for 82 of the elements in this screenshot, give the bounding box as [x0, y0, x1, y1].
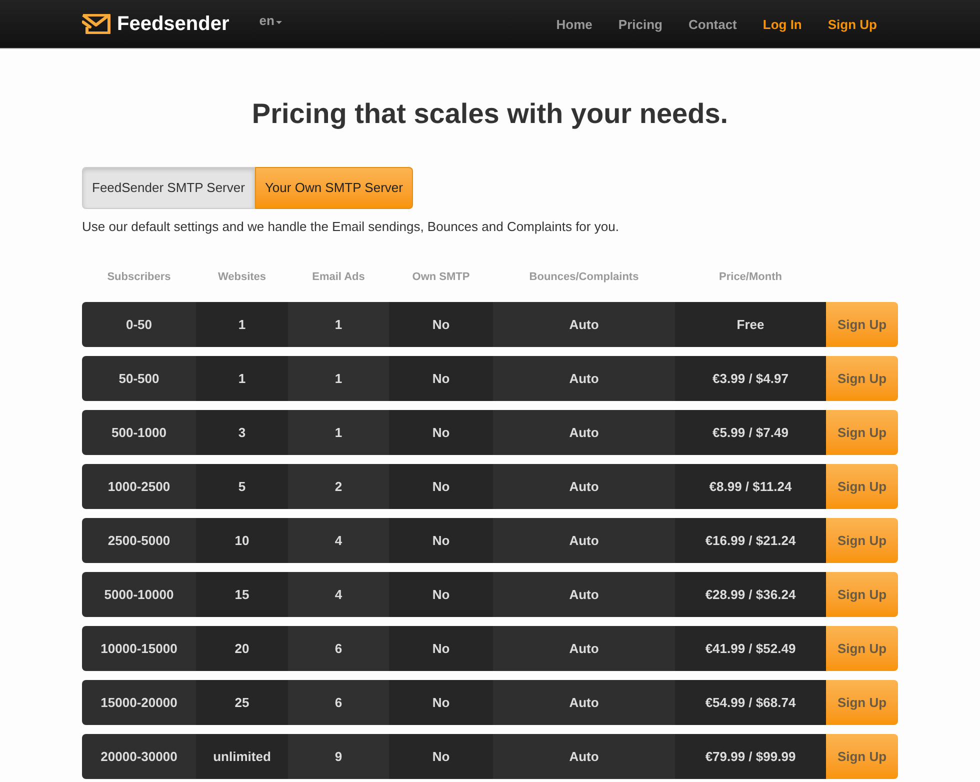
table-cell: 1 [288, 410, 389, 455]
table-cell: Free [675, 302, 826, 347]
server-toggle-button[interactable]: FeedSender SMTP Server [82, 167, 255, 209]
column-header: Bounces/Complaints [529, 272, 639, 282]
table-cell: No [389, 464, 493, 509]
table-cell: 1 [196, 356, 288, 401]
table-cell: 20000-30000 [82, 734, 196, 779]
sign-up-button[interactable]: Sign Up [826, 680, 898, 725]
table-cell: Auto [493, 734, 675, 779]
table-cell: 2500-5000 [82, 518, 196, 563]
column-header: Subscribers [107, 272, 171, 282]
table-cell: 6 [288, 680, 389, 725]
table-cell: Auto [493, 626, 675, 671]
table-cell: 6 [288, 626, 389, 671]
sign-up-button[interactable]: Sign Up [826, 356, 898, 401]
table-cell: €41.99 / $52.49 [675, 626, 826, 671]
table-cell: 1 [288, 356, 389, 401]
table-cell: 50-500 [82, 356, 196, 401]
sign-up-button[interactable]: Sign Up [826, 302, 898, 347]
sign-up-button[interactable]: Sign Up [826, 410, 898, 455]
table-cell: No [389, 356, 493, 401]
sign-up-button[interactable]: Sign Up [826, 518, 898, 563]
sign-up-button[interactable]: Sign Up [826, 626, 898, 671]
sign-up-button[interactable]: Sign Up [826, 572, 898, 617]
table-cell: 500-1000 [82, 410, 196, 455]
table-cell: Auto [493, 464, 675, 509]
table-cell: Auto [493, 518, 675, 563]
language-dropdown[interactable]: en [259, 14, 282, 27]
table-cell: 9 [288, 734, 389, 779]
sign-up-button[interactable]: Sign Up [826, 734, 898, 779]
table-cell: No [389, 302, 493, 347]
column-header: Websites [218, 272, 266, 282]
nav-link[interactable]: Sign Up [814, 18, 890, 30]
nav-link[interactable]: Home [543, 18, 606, 30]
column-header: Own SMTP [412, 272, 470, 282]
table-cell: Auto [493, 680, 675, 725]
table-cell: 2 [288, 464, 389, 509]
table-cell: 15 [196, 572, 288, 617]
table-cell: €5.99 / $7.49 [675, 410, 826, 455]
table-cell: 3 [196, 410, 288, 455]
table-cell: 10000-15000 [82, 626, 196, 671]
table-cell: €28.99 / $36.24 [675, 572, 826, 617]
table-cell: 25 [196, 680, 288, 725]
table-cell: €79.99 / $99.99 [675, 734, 826, 779]
table-cell: unlimited [196, 734, 288, 779]
table-cell: 1000-2500 [82, 464, 196, 509]
brand-logo[interactable]: Feedsender [82, 14, 230, 34]
table-cell: No [389, 410, 493, 455]
table-cell: Auto [493, 410, 675, 455]
server-toggle-button[interactable]: Your Own SMTP Server [254, 167, 413, 209]
table-cell: €54.99 / $68.74 [675, 680, 826, 725]
column-header: Email Ads [312, 272, 365, 282]
table-cell: 20 [196, 626, 288, 671]
table-cell: €16.99 / $21.24 [675, 518, 826, 563]
table-cell: 4 [288, 518, 389, 563]
table-cell: No [389, 680, 493, 725]
table-cell: 15000-20000 [82, 680, 196, 725]
table-cell: 4 [288, 572, 389, 617]
table-cell: 5000-10000 [82, 572, 196, 617]
nav-link[interactable]: Pricing [605, 18, 676, 30]
table-cell: Auto [493, 356, 675, 401]
nav-link[interactable]: Contact [676, 18, 750, 30]
table-cell: No [389, 572, 493, 617]
table-cell: 1 [288, 302, 389, 347]
sign-up-button[interactable]: Sign Up [826, 464, 898, 509]
table-cell: 5 [196, 464, 288, 509]
page-heading: Pricing that scales with your needs. [250, 97, 730, 131]
table-cell: 0-50 [82, 302, 196, 347]
table-cell: €8.99 / $11.24 [675, 464, 826, 509]
table-cell: €3.99 / $4.97 [675, 356, 826, 401]
table-cell: Auto [493, 302, 675, 347]
column-header: Price/Month [719, 272, 782, 282]
table-cell: No [389, 518, 493, 563]
nav-link[interactable]: Log In [750, 18, 815, 30]
table-cell: Auto [493, 572, 675, 617]
table-cell: No [389, 734, 493, 779]
table-cell: 1 [196, 302, 288, 347]
table-cell: No [389, 626, 493, 671]
table-cell: 10 [196, 518, 288, 563]
caret-icon [276, 20, 282, 24]
description-text: Use our default settings and we handle the Email sendings, Bounces and Complaints for you. [82, 218, 620, 236]
envelope-logo-icon [82, 14, 111, 34]
